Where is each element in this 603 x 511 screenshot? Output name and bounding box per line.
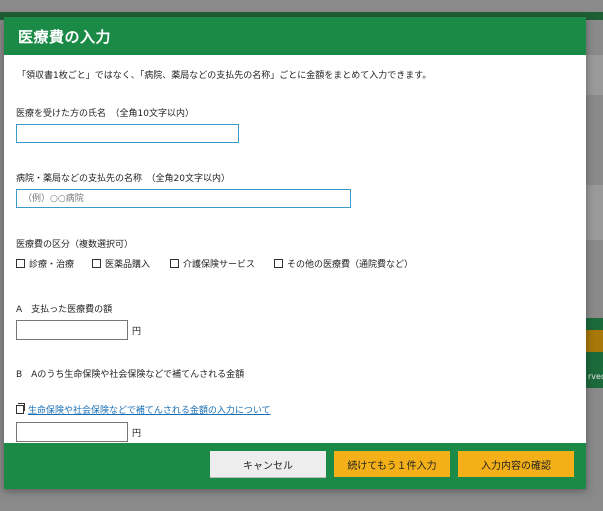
patient-name-label: 医療を受けた方の氏名 （全角10文字以内） [16,109,194,119]
reimbursed-input[interactable] [16,422,128,442]
dialog-footer: キャンセル 続けてもう１件入力 入力内容の確認 [4,443,586,489]
reimbursed-unit: 円 [132,429,142,439]
background-orange-button [585,330,603,352]
amount-paid-input[interactable] [16,320,128,340]
document-icon [16,403,25,414]
category-option-label: 医薬品購入 [105,260,151,270]
category-option-label: その他の医療費（通院費など） [287,260,414,270]
confirm-button[interactable]: 入力内容の確認 [458,451,574,477]
intro-text: 「領収書1枚ごと」ではなく、「病院、薬局などの支払先の名称」ごとに金額をまとめて… [17,71,432,81]
category-option-treatment[interactable]: 診療・治療 [16,257,74,270]
category-option-care-service[interactable]: 介護保険サービス [170,257,255,270]
medical-expense-dialog: 医療費の入力 「領収書1枚ごと」ではなく、「病院、薬局などの支払先の名称」ごとに… [4,17,586,489]
background-panel [585,185,603,240]
amount-paid-label: A 支払った医療費の額 [16,305,113,315]
dialog-title: 医療費の入力 [18,28,112,46]
amount-paid-unit: 円 [132,327,142,337]
category-label: 医療費の区分（複数選択可） [16,240,134,250]
dialog-header: 医療費の入力 [4,17,586,55]
checkbox[interactable] [274,259,283,268]
background-text-fragment: rved [588,372,603,381]
reimbursed-label: B Aのうち生命保険や社会保険などで補てんされる金額 [16,370,245,380]
category-option-medicine[interactable]: 医薬品購入 [92,257,150,270]
checkbox[interactable] [16,259,25,268]
category-option-other[interactable]: その他の医療費（通院費など） [274,257,413,270]
category-option-label: 診療・治療 [29,260,75,270]
checkbox[interactable] [92,259,101,268]
provider-name-label: 病院・薬局などの支払先の名称 （全角20文字以内） [16,174,230,184]
checkbox[interactable] [170,259,179,268]
provider-name-input[interactable] [16,189,351,208]
patient-name-input[interactable] [16,124,239,143]
continue-entry-button[interactable]: 続けてもう１件入力 [334,451,450,477]
reimbursed-help-link[interactable]: 生命保険や社会保険などで補てんされる金額の入力について [28,403,271,416]
category-option-label: 介護保険サービス [183,260,256,270]
background-panel [585,55,603,95]
dialog-body: 「領収書1枚ごと」ではなく、「病院、薬局などの支払先の名称」ごとに金額をまとめて… [4,55,586,443]
cancel-button[interactable]: キャンセル [210,451,326,477]
